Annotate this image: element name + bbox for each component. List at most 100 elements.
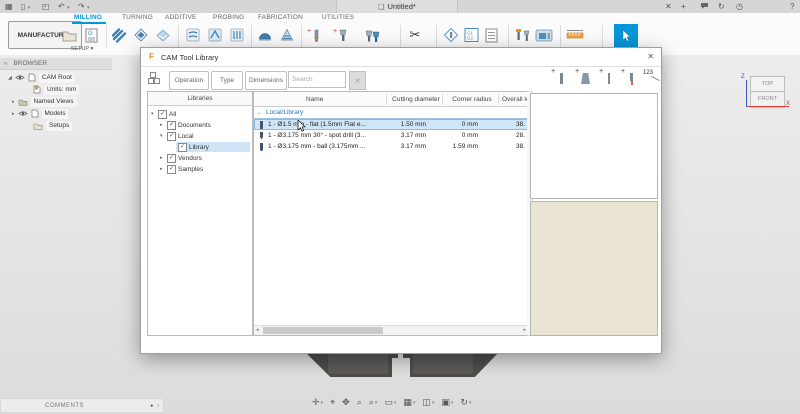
additive-cone-icon[interactable] bbox=[278, 26, 296, 44]
visibility-eye-icon[interactable] bbox=[15, 74, 25, 81]
expand-icon[interactable]: ◢ bbox=[8, 75, 12, 81]
nav-pan-icon[interactable]: ✥ bbox=[342, 397, 350, 408]
help-icon[interactable]: ? bbox=[790, 0, 794, 13]
checkbox[interactable]: ✓ bbox=[167, 121, 176, 130]
nav-display-settings-icon[interactable]: ▭▾ bbox=[384, 397, 396, 408]
nav-zoom-icon[interactable]: ⌕ bbox=[357, 397, 362, 408]
history-clock-icon[interactable]: ◷ bbox=[736, 0, 743, 13]
nav-refresh-icon[interactable]: ↻▾ bbox=[460, 397, 471, 408]
checkbox[interactable]: ✓ bbox=[167, 165, 176, 174]
tab-additive[interactable]: ADDITIVE bbox=[165, 13, 197, 22]
expand-icon[interactable]: ▸ bbox=[12, 99, 15, 105]
viewcube-top-face[interactable]: TOP bbox=[750, 76, 785, 92]
expand-icon[interactable]: ▸ bbox=[160, 122, 165, 128]
new-tab-icon[interactable]: + bbox=[681, 0, 686, 13]
nav-visual-style-icon[interactable]: ▣▾ bbox=[441, 397, 453, 408]
filter-type-button[interactable]: Type bbox=[211, 71, 243, 90]
tree-item-local[interactable]: ▾ ✓ Local bbox=[160, 131, 194, 141]
filter-operation-button[interactable]: Operation bbox=[169, 71, 209, 90]
visibility-eye-icon[interactable] bbox=[18, 110, 28, 117]
2d-pocket-icon[interactable] bbox=[154, 26, 172, 44]
expand-icon[interactable]: ▸ bbox=[12, 111, 15, 117]
nav-fit-icon[interactable]: ⌕▾ bbox=[369, 397, 378, 408]
nav-orbit-icon[interactable]: ✛▾ bbox=[312, 397, 323, 408]
save-icon[interactable]: ◰ bbox=[42, 0, 50, 13]
new-mill-tool-icon[interactable]: + bbox=[599, 70, 617, 88]
face-milling-icon[interactable] bbox=[132, 26, 150, 44]
tab-turning[interactable]: TURNING bbox=[122, 13, 153, 22]
checkbox[interactable]: ✓ bbox=[167, 132, 176, 141]
turning-profile-icon[interactable] bbox=[184, 26, 202, 44]
horizontal-scrollbar[interactable]: ◂ ▸ bbox=[254, 325, 528, 335]
expand-icon[interactable]: ▸ bbox=[160, 166, 165, 172]
additive-dome-icon[interactable] bbox=[256, 26, 274, 44]
tab-probing[interactable]: PROBING bbox=[213, 13, 244, 22]
collapse-icon[interactable]: ▾ bbox=[151, 111, 156, 117]
col-overall-length[interactable]: Overall le bbox=[502, 96, 529, 103]
browser-panel-header[interactable]: « BROWSER bbox=[0, 58, 112, 70]
generate-gcode-icon[interactable]: G bbox=[82, 26, 100, 44]
nav-viewports-icon[interactable]: ◫▾ bbox=[422, 397, 434, 408]
gcode-editor-icon[interactable]: G1G2 bbox=[462, 26, 480, 44]
tool-row-spot-drill[interactable]: 1 - Ø3.175 mm 30° - spot drill (3... 3.1… bbox=[254, 130, 528, 141]
tool-add-icon[interactable]: + bbox=[332, 26, 350, 44]
group-row-local-library[interactable]: ⌄ Local/Library bbox=[254, 107, 528, 119]
filter-dimensions-button[interactable]: Dimensions bbox=[245, 71, 287, 90]
tool-row-flat-selected[interactable]: 1 - Ø1.5 mm - flat (1.5mm Flat e... 1.50… bbox=[254, 119, 528, 130]
new-tool-icon[interactable]: + bbox=[551, 70, 569, 88]
comments-bar[interactable]: COMMENTS ● › bbox=[0, 398, 164, 413]
view-mode-icon[interactable] bbox=[148, 72, 161, 87]
new-file-icon[interactable]: ▯ ▾ bbox=[21, 0, 30, 13]
col-cutting-diameter[interactable]: Cutting diameter bbox=[390, 96, 442, 103]
trim-scissors-icon[interactable]: ✂ bbox=[406, 26, 424, 44]
browser-item-models[interactable]: ▸ Models bbox=[12, 108, 68, 119]
new-probe-icon[interactable]: + bbox=[621, 70, 639, 88]
undo-icon[interactable]: ↶ ▾ bbox=[58, 0, 69, 13]
model-body-left[interactable] bbox=[304, 351, 392, 377]
scrollbar-thumb[interactable] bbox=[263, 327, 383, 334]
turning-groove-icon[interactable] bbox=[206, 26, 224, 44]
expand-comments-icon[interactable]: › bbox=[157, 403, 159, 409]
measure-ruler-icon[interactable] bbox=[566, 26, 584, 44]
checkbox[interactable]: ✓ bbox=[158, 110, 167, 119]
scroll-left-icon[interactable]: ◂ bbox=[256, 326, 259, 335]
tab-fabrication[interactable]: FABRICATION bbox=[258, 13, 303, 22]
clear-search-icon[interactable]: ✕ bbox=[349, 71, 366, 90]
sync-icon[interactable]: ↻ bbox=[718, 0, 725, 13]
browser-item-units[interactable]: Units: mm bbox=[33, 84, 79, 95]
close-tab-icon[interactable]: ✕ bbox=[665, 0, 672, 13]
search-input[interactable] bbox=[288, 71, 346, 88]
adaptive-clearing-icon[interactable] bbox=[110, 26, 128, 44]
checkbox[interactable]: ✓ bbox=[178, 143, 187, 152]
inspect-icon[interactable] bbox=[442, 26, 460, 44]
tree-item-library-selected[interactable]: ✓ Library bbox=[176, 142, 250, 152]
collapse-icon[interactable]: ▾ bbox=[160, 133, 165, 139]
nav-lookat-icon[interactable]: ⌖ bbox=[330, 397, 335, 408]
col-corner-radius[interactable]: Corner radius bbox=[446, 96, 498, 103]
probe-add-icon[interactable]: + bbox=[306, 26, 324, 44]
checkbox[interactable]: ✓ bbox=[167, 154, 176, 163]
setup-group-label[interactable]: SETUP ▾ bbox=[58, 46, 106, 52]
expand-icon[interactable]: ▸ bbox=[160, 155, 165, 161]
scroll-right-icon[interactable]: ▸ bbox=[523, 326, 526, 335]
nav-grid-snaps-icon[interactable]: ▦▾ bbox=[403, 397, 415, 408]
new-holder-icon[interactable]: + bbox=[575, 70, 593, 88]
col-name[interactable]: Name bbox=[306, 96, 323, 103]
document-tab[interactable]: ❑ Untitled* bbox=[336, 0, 458, 13]
dialog-title-bar[interactable]: F CAM Tool Library ✕ bbox=[141, 48, 661, 67]
browser-item-cam-root[interactable]: ◢ CAM Root bbox=[8, 72, 75, 83]
turning-face-icon[interactable] bbox=[228, 26, 246, 44]
tool-library-icon[interactable] bbox=[513, 26, 531, 44]
milling-tools-icon[interactable] bbox=[364, 26, 382, 44]
collapse-panel-icon[interactable]: « bbox=[4, 60, 8, 67]
active-tool-library-button[interactable] bbox=[614, 24, 638, 48]
tab-utilities[interactable]: UTILITIES bbox=[322, 13, 354, 22]
app-grid-icon[interactable]: ▦ bbox=[5, 0, 13, 13]
browser-item-named-views[interactable]: ▸ Named Views bbox=[12, 96, 77, 107]
redo-icon[interactable]: ↷ ▾ bbox=[78, 0, 89, 13]
browser-item-setups[interactable]: Setups bbox=[33, 120, 72, 131]
tab-milling[interactable]: MILLING bbox=[74, 13, 102, 22]
tree-item-all[interactable]: ▾ ✓ All bbox=[151, 109, 176, 119]
tool-row-ball-endmill[interactable]: 1 - Ø3.175 mm - ball (3.175mm ... 3.17 m… bbox=[254, 141, 528, 152]
dialog-close-icon[interactable]: ✕ bbox=[647, 52, 654, 61]
